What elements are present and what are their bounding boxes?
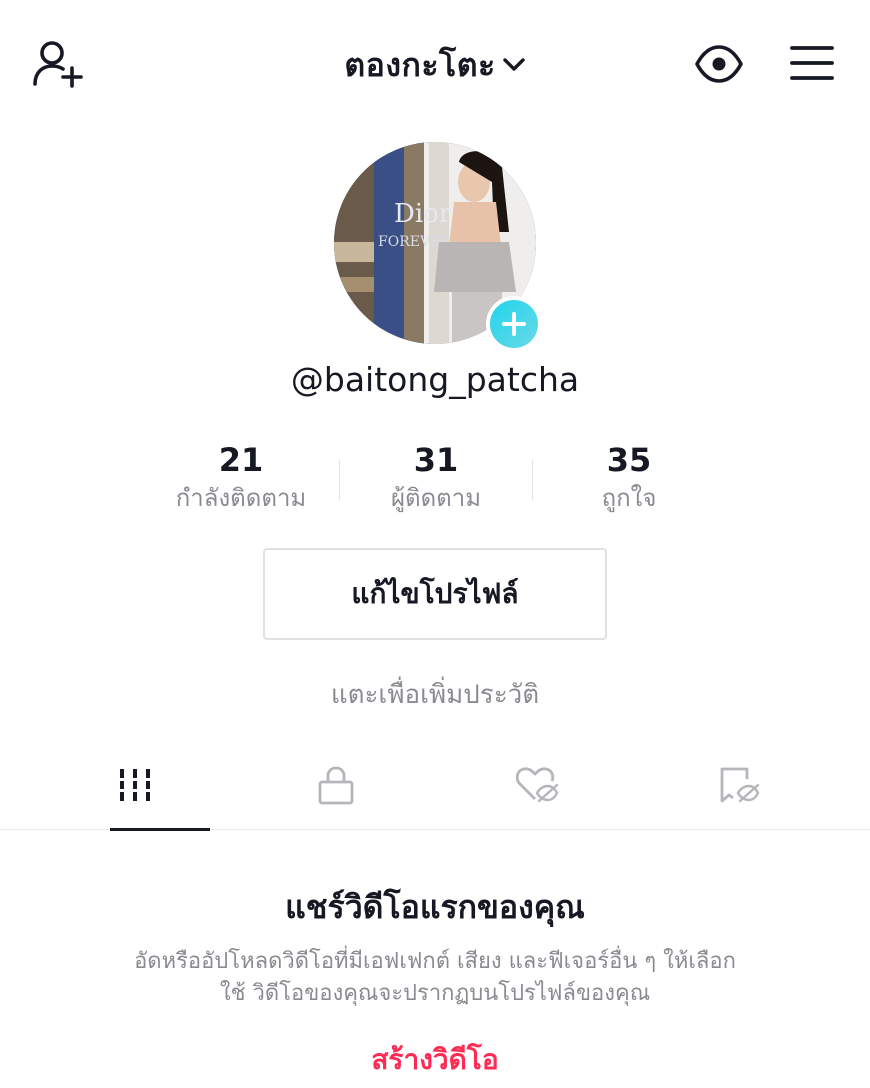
content-tabs (0, 740, 870, 831)
stat-label: ถูกใจ (601, 484, 657, 512)
add-avatar-button[interactable] (486, 296, 542, 352)
stat-value: 31 (413, 441, 459, 479)
stat-likes[interactable]: 35 ถูกใจ (529, 440, 729, 516)
bookmark-hidden-icon (720, 767, 759, 803)
stat-value: 35 (606, 441, 652, 479)
lock-icon (318, 766, 353, 805)
empty-state-description-line: อัดหรืออัปโหลดวิดีโอที่มีเอฟเฟกต์ เสียง … (134, 949, 736, 974)
top-bar: ตองกะโตะ (0, 0, 870, 130)
account-name: ตองกะโตะ (344, 45, 496, 84)
tab-private[interactable] (227, 740, 444, 830)
create-video-button[interactable]: สร้างวิดีโอ (0, 1038, 870, 1082)
stat-label: ผู้ติดตาม (390, 484, 482, 512)
stat-followers[interactable]: 31 ผู้ติดตาม (336, 440, 536, 516)
username: @baitong_patcha (290, 360, 580, 399)
empty-state-description: อัดหรืออัปโหลดวิดีโอที่มีเอฟเฟกต์ เสียง … (40, 946, 830, 1010)
tab-videos[interactable] (26, 740, 243, 831)
svg-text:Dior: Dior (394, 199, 452, 229)
eye-icon[interactable] (694, 44, 744, 84)
empty-state-description-line: ใช้ วิดีโอของคุณจะปรากฏบนโปรไฟล์ของคุณ (219, 981, 651, 1006)
stat-value: 21 (218, 441, 264, 479)
tab-saved[interactable] (630, 740, 847, 830)
grid-icon (119, 769, 150, 801)
bio-placeholder[interactable]: แตะเพื่อเพิ่มประวัติ (0, 674, 870, 715)
stat-following[interactable]: 21 กำลังติดตาม (141, 440, 341, 516)
plus-icon (502, 312, 526, 336)
stat-label: กำลังติดตาม (175, 484, 307, 512)
chevron-down-icon (502, 58, 525, 71)
heart-hidden-icon (515, 767, 558, 803)
empty-state-title: แชร์วิดีโอแรกของคุณ (285, 888, 585, 926)
edit-profile-button[interactable]: แก้ไขโปรไฟล์ (263, 548, 607, 640)
stats-row: 21 กำลังติดตาม 31 ผู้ติดตาม 35 ถูกใจ (0, 440, 870, 520)
menu-icon[interactable] (790, 44, 834, 82)
tab-liked[interactable] (428, 740, 645, 830)
